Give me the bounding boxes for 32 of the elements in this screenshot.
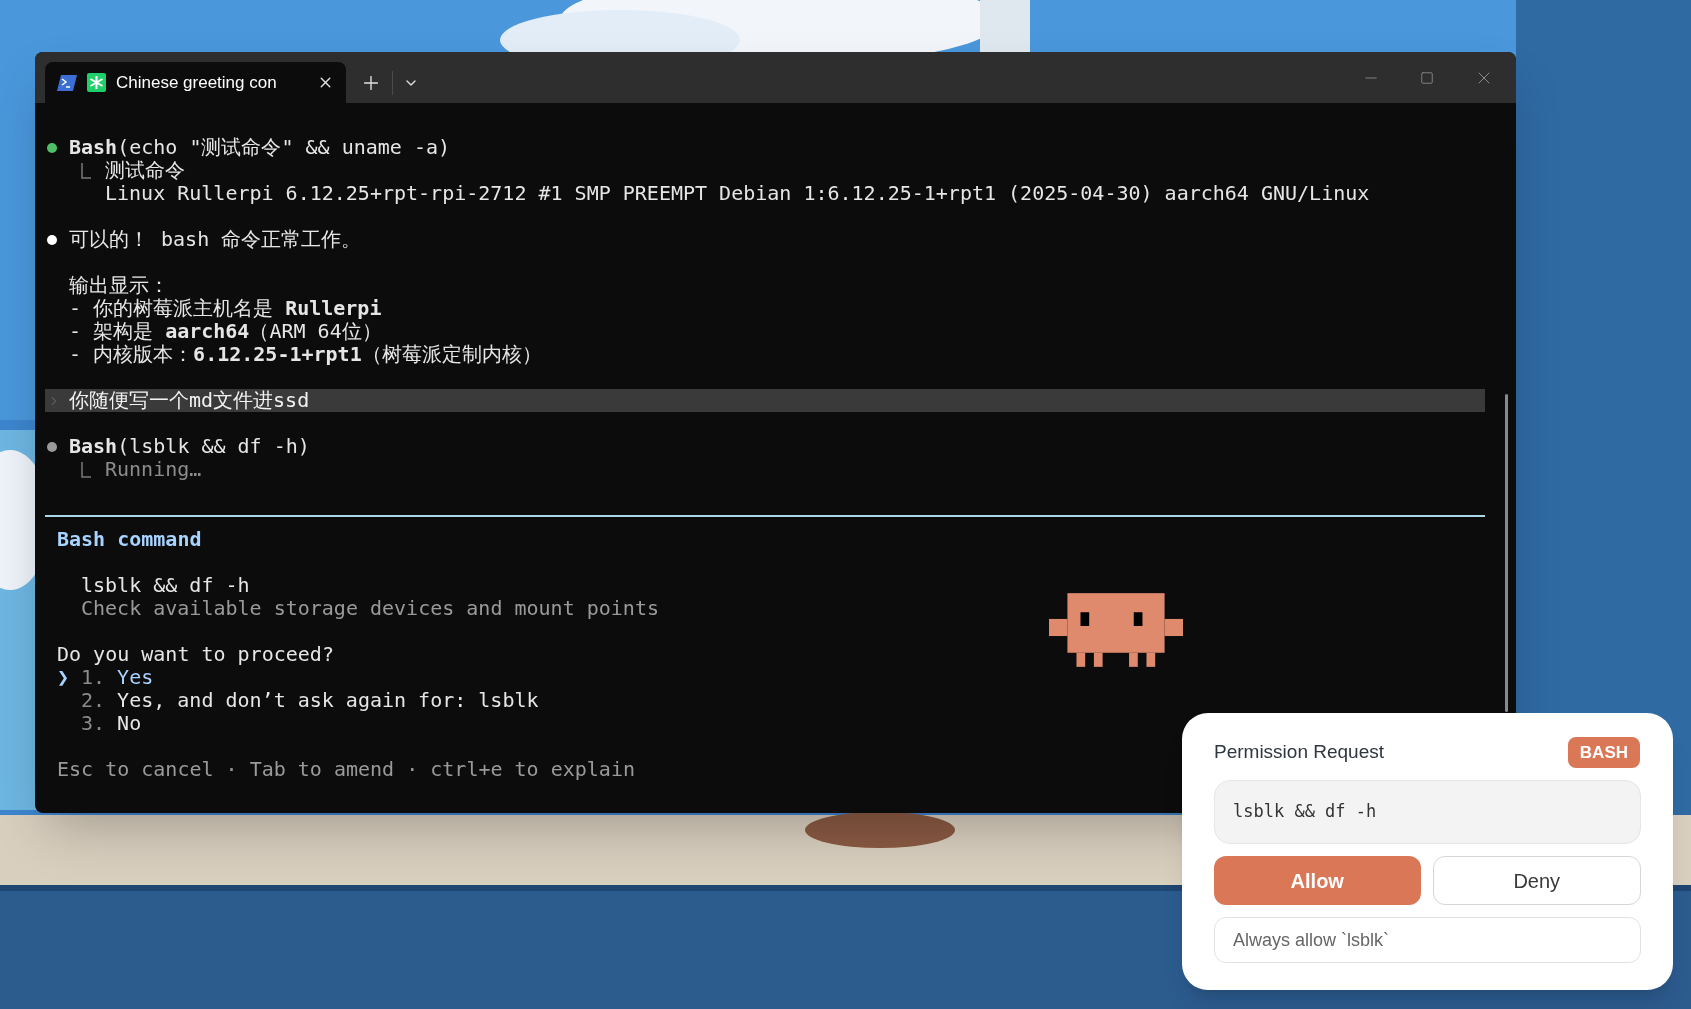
message-text: - 架构是 aarch64（ARM 64位） [69,320,382,343]
tool-output: Running… [105,458,202,481]
message-text: - 你的树莓派主机名是 Rullerpi [69,297,382,320]
message-text: 可以的！ bash 命令正常工作。 [69,228,362,251]
tab-title: Chinese greeting con [116,71,278,94]
scrollbar[interactable] [1505,394,1508,712]
tab[interactable]: Chinese greeting con [45,62,346,103]
message-text: 输出显示： [69,274,169,297]
asterisk-icon [87,73,106,92]
shortcut-hint: Esc to cancel · Tab to amend · ctrl+e to explain [57,758,635,781]
maximize-icon[interactable] [1420,70,1434,85]
always-allow-button[interactable]: Always allow `lsblk` [1214,917,1641,963]
deny-button[interactable]: Deny [1432,856,1641,905]
popup-title: Permission Request [1214,739,1385,764]
user-prompt: 你随便写一个md文件进ssd [45,389,1485,412]
option-item[interactable]: 2. Yes, and don’t ask again for: lsblk [57,689,1485,712]
terminal-icon [57,74,77,91]
panel-title: Bash command [57,528,202,551]
command-description: Check available storage devices and mount points [81,597,659,620]
corner-icon [81,461,91,478]
command-text: lsblk && df -h [81,574,250,597]
command-field: lsblk && df -h [1214,780,1641,844]
tool-call: Bash(echo "测试命令" && uname -a) [69,136,451,159]
corner-icon [81,162,91,179]
tool-tag: BASH [1567,736,1640,768]
tool-output: 测试命令 [105,159,185,182]
option-item[interactable]: ❯ 1. Yes [57,666,1485,689]
tool-output: Linux Rullerpi 6.12.25+rpt-rpi-2712 #1 SMP PREEMPT Debian 1:6.12.25-1+rpt1 (2025-04-30) aarch64 GNU/Linux [105,182,1370,205]
pixel-creature-icon [1049,593,1183,667]
tool-call: Bash(lsblk && df -h) [69,435,310,458]
message-text: - 内核版本：6.12.25-1+rpt1（树莓派定制内核） [69,343,542,366]
question-text: Do you want to proceed? [57,643,334,666]
